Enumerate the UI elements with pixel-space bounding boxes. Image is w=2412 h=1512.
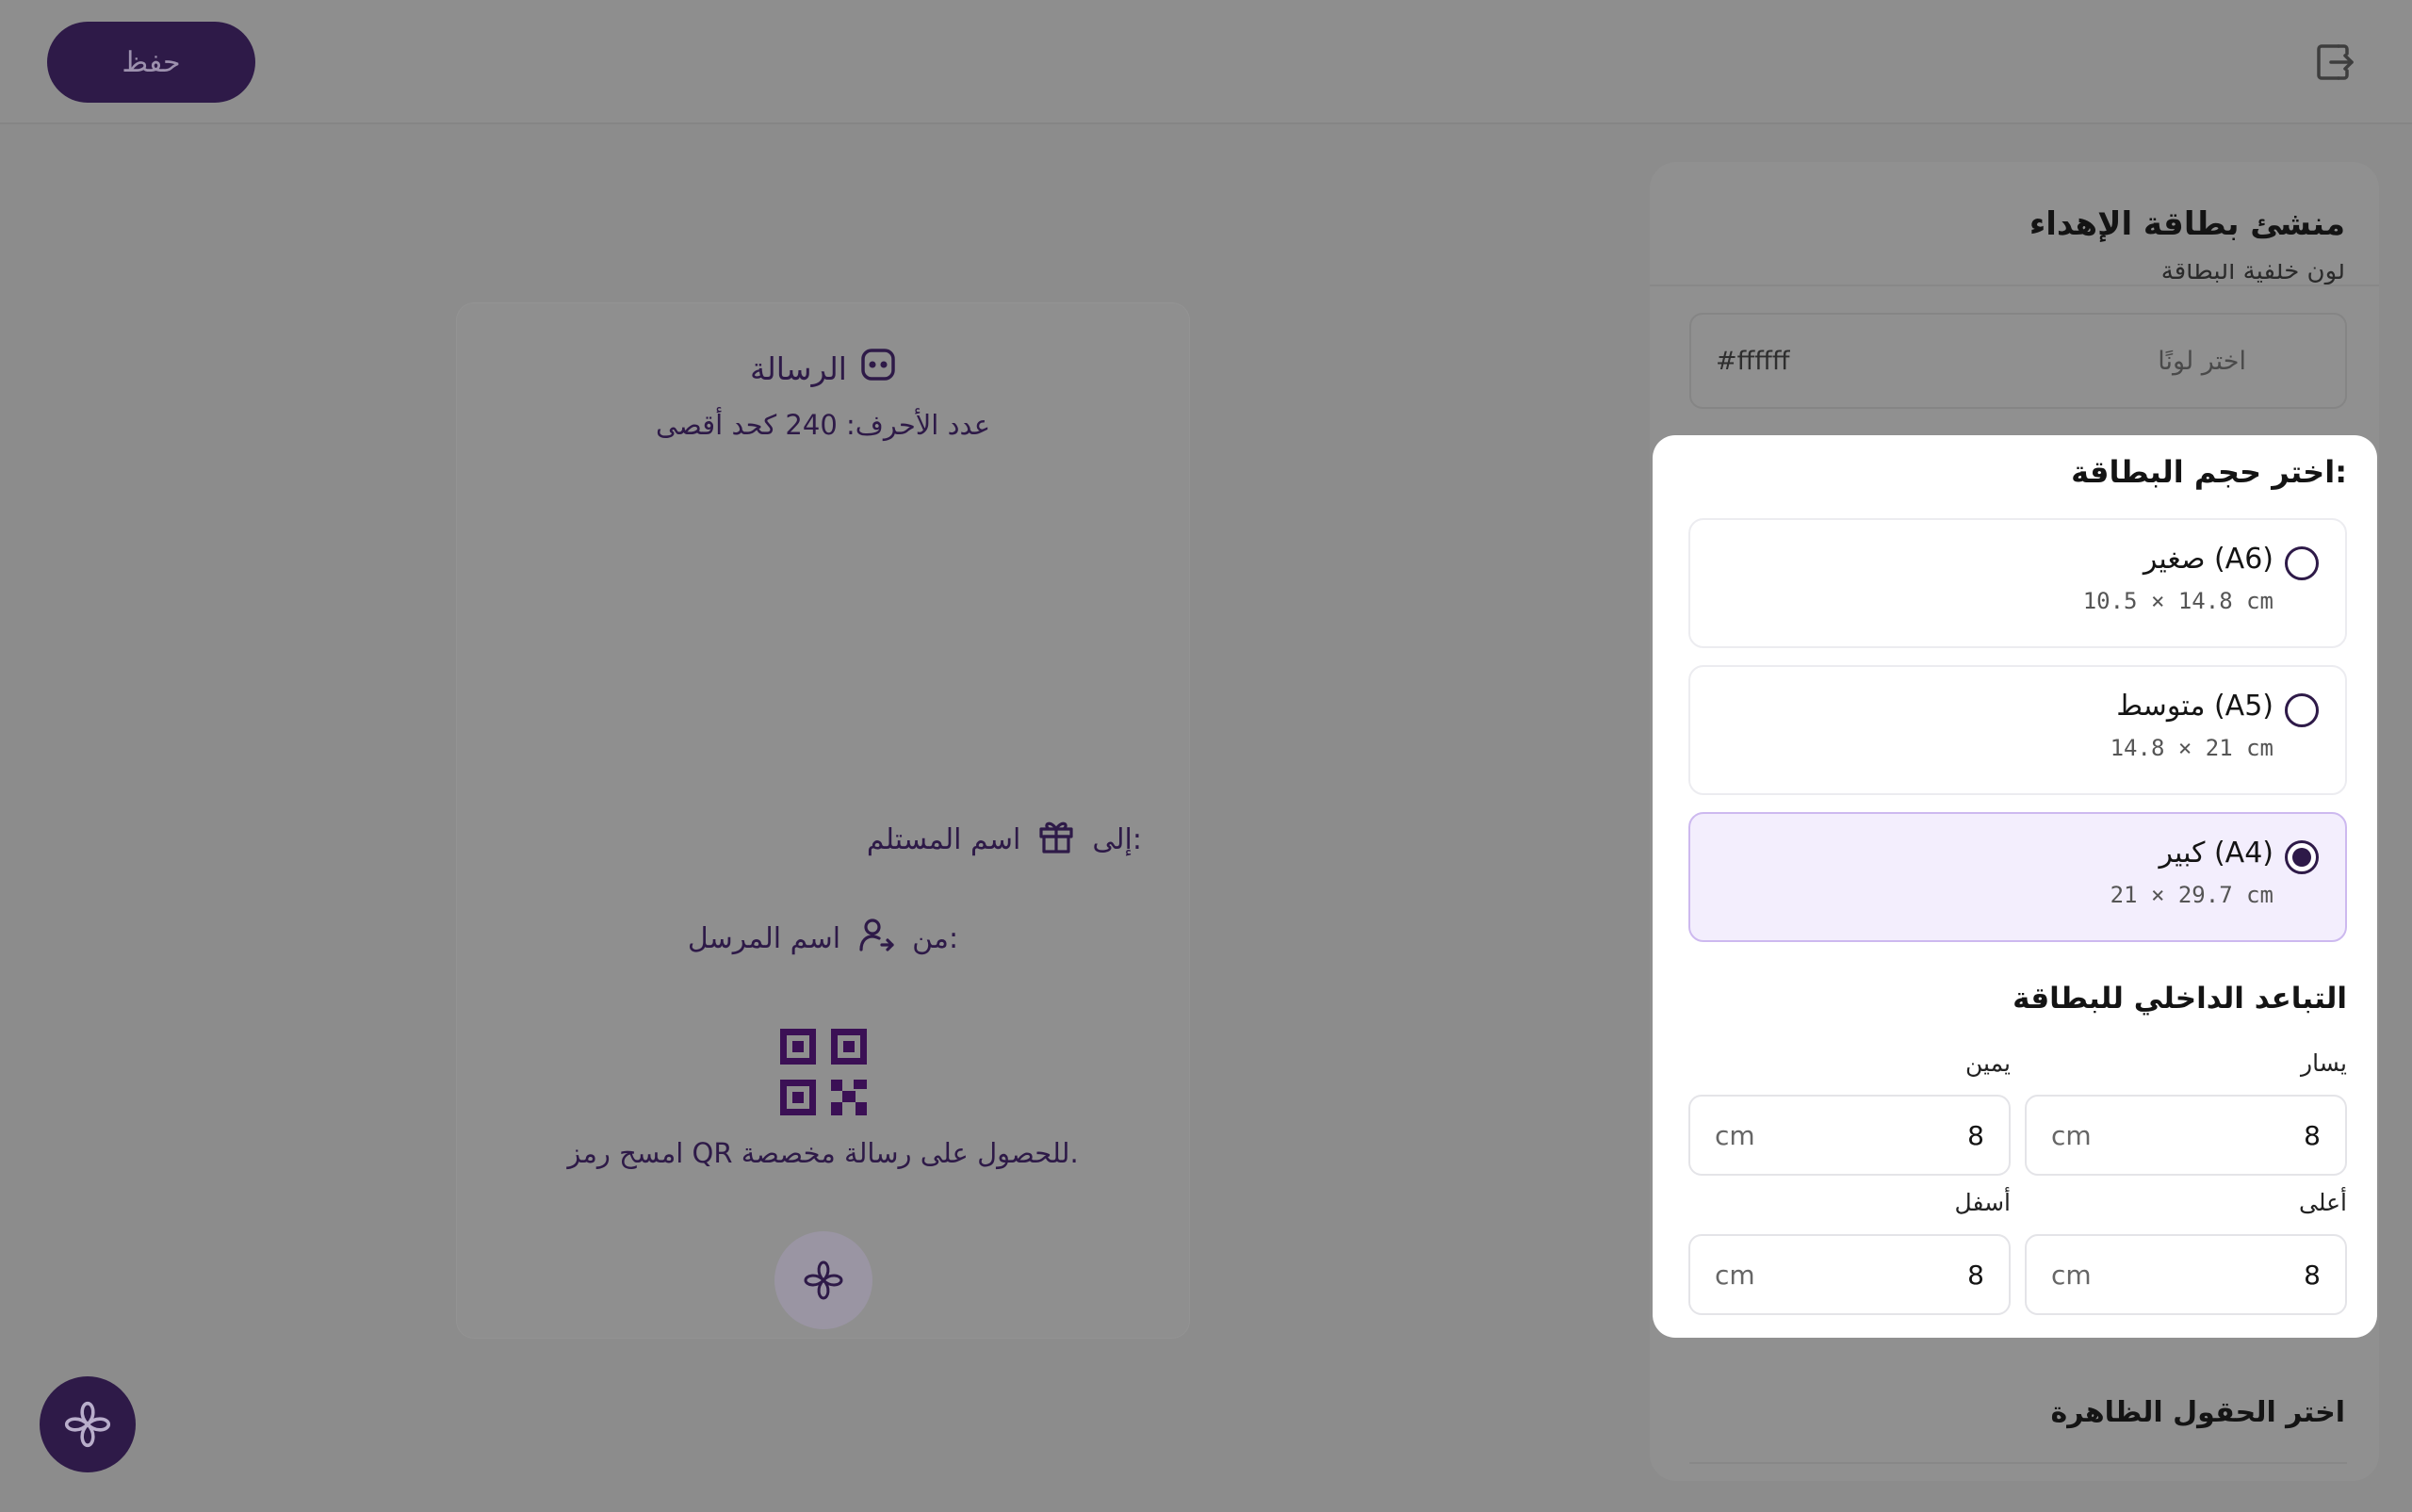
size-option-dimensions: 10.5 × 14.8 cm bbox=[2082, 588, 2273, 614]
exit-icon[interactable] bbox=[2308, 36, 2361, 89]
padding-right-value: 8 bbox=[1967, 1120, 1984, 1151]
panel-divider bbox=[1650, 285, 2379, 286]
top-bar: حفظ bbox=[0, 0, 2412, 124]
padding-right-label: يمين bbox=[1965, 1049, 2011, 1077]
dialog-title: اختر حجم البطاقة: bbox=[2071, 454, 2347, 490]
radio-button[interactable] bbox=[2285, 693, 2319, 727]
padding-title: التباعد الداخلي للبطاقة bbox=[2013, 982, 2347, 1016]
to-row: إلى: اسم المستلم bbox=[867, 817, 1142, 862]
card-size-dialog: اختر حجم البطاقة: صغير (A6) 10.5 × 14.8 … bbox=[1653, 435, 2377, 1338]
qr-code-icon bbox=[780, 1029, 867, 1115]
padding-left-input[interactable]: 8 cm bbox=[2025, 1095, 2347, 1176]
radio-button-selected[interactable] bbox=[2285, 840, 2319, 874]
message-icon bbox=[860, 348, 896, 389]
gift-icon bbox=[1037, 817, 1075, 862]
size-option-a6[interactable]: صغير (A6) 10.5 × 14.8 cm bbox=[1688, 518, 2347, 648]
message-heading-row: الرسالة bbox=[457, 345, 1189, 392]
card-preview: الرسالة عدد الأحرف: 240 كحد أقصى إلى: اس… bbox=[457, 303, 1189, 1338]
size-option-label: صغير (A6) bbox=[2143, 543, 2273, 576]
color-input[interactable]: #ffffff اختر لونًا bbox=[1689, 313, 2347, 409]
unit-label: cm bbox=[1715, 1260, 1755, 1291]
padding-top-input[interactable]: 8 cm bbox=[2025, 1234, 2347, 1315]
padding-bottom-label: أسفل bbox=[1954, 1189, 2011, 1216]
padding-top-value: 8 bbox=[2304, 1260, 2321, 1291]
unit-label: cm bbox=[2051, 1120, 2092, 1151]
user-arrow-icon bbox=[857, 916, 895, 961]
padding-right-input[interactable]: 8 cm bbox=[1688, 1095, 2011, 1176]
padding-bottom-value: 8 bbox=[1967, 1260, 1984, 1291]
padding-top-label: أعلى bbox=[2299, 1189, 2347, 1216]
size-option-dimensions: 14.8 × 21 cm bbox=[2110, 735, 2273, 761]
size-option-a4[interactable]: كبير (A4) 21 × 29.7 cm bbox=[1688, 812, 2347, 942]
unit-label: cm bbox=[1715, 1120, 1755, 1151]
from-label: من: bbox=[912, 921, 959, 955]
to-label: إلى: bbox=[1092, 822, 1142, 856]
flower-icon[interactable] bbox=[774, 1231, 872, 1329]
recipient-placeholder[interactable]: اسم المستلم bbox=[867, 823, 1021, 856]
char-limit-text: عدد الأحرف: 240 كحد أقصى bbox=[655, 409, 991, 441]
qr-caption: امسح رمز QR للحصول على رسالة مخصصة. bbox=[567, 1137, 1079, 1169]
padding-bottom-input[interactable]: 8 cm bbox=[1688, 1234, 2011, 1315]
radio-button[interactable] bbox=[2285, 546, 2319, 580]
size-option-label: متوسط (A5) bbox=[2116, 690, 2273, 723]
panel-title: منشئ بطاقة الإهداء bbox=[2029, 205, 2345, 243]
save-button[interactable]: حفظ bbox=[47, 22, 255, 103]
from-row: من: اسم المرسل bbox=[457, 916, 1189, 961]
sender-placeholder[interactable]: اسم المرسل bbox=[688, 922, 840, 955]
flower-icon bbox=[64, 1401, 111, 1448]
unit-label: cm bbox=[2051, 1260, 2092, 1291]
size-option-dimensions: 21 × 29.7 cm bbox=[2110, 882, 2273, 908]
color-placeholder: اختر لونًا bbox=[2158, 347, 2246, 376]
message-heading: الرسالة bbox=[750, 350, 847, 387]
visible-fields-title: اختر الحقول الظاهرة bbox=[2050, 1396, 2345, 1429]
assistant-fab-button[interactable] bbox=[40, 1376, 136, 1472]
size-option-a5[interactable]: متوسط (A5) 14.8 × 21 cm bbox=[1688, 665, 2347, 795]
size-option-label: كبير (A4) bbox=[2159, 837, 2273, 870]
color-value: #ffffff bbox=[1716, 347, 1790, 376]
panel-divider bbox=[1689, 1462, 2347, 1464]
padding-left-label: يسار bbox=[2301, 1049, 2347, 1077]
padding-left-value: 8 bbox=[2304, 1120, 2321, 1151]
